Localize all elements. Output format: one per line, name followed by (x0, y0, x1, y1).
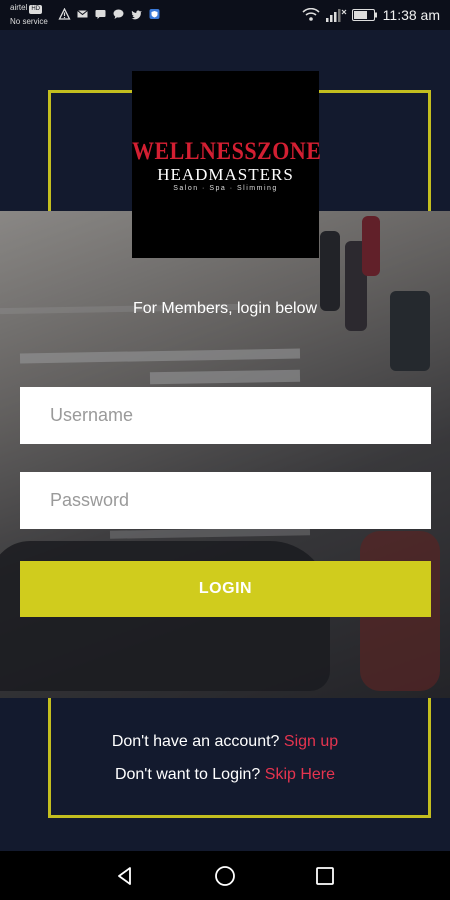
background-photo (0, 211, 450, 698)
back-icon (118, 867, 131, 885)
logo-wellnesszone: WELLNESSZONE (132, 136, 322, 165)
mail-icon (77, 10, 88, 18)
recents-icon (316, 867, 334, 885)
back-button[interactable] (113, 864, 137, 888)
hd-badge: HD (29, 5, 43, 14)
system-nav-bar (0, 851, 450, 900)
signal-icon (325, 9, 347, 22)
shield-app-icon (149, 9, 160, 19)
signup-row: Don't have an account? Sign up (0, 733, 450, 751)
twitter-icon (131, 10, 142, 20)
password-input[interactable] (20, 472, 431, 529)
username-input[interactable] (20, 387, 431, 444)
notification-icons (58, 8, 161, 20)
brand-logo: WELLNESSZONE HEADMASTERS Salon · Spa · S… (132, 71, 322, 258)
skip-row: Don't want to Login? Skip Here (0, 766, 450, 784)
photo-overlay (0, 211, 450, 698)
system-indicators: 11:38 am (302, 7, 440, 23)
message-icon (113, 9, 124, 19)
logo-tagline: Salon · Spa · Slimming (173, 185, 278, 192)
carrier-label: airtel HD (10, 3, 43, 14)
signup-link[interactable]: Sign up (284, 733, 338, 750)
login-button[interactable]: LOGIN (20, 561, 431, 617)
message-icon (95, 10, 106, 19)
network-status: No service (10, 17, 48, 26)
home-button[interactable] (213, 864, 237, 888)
login-heading: For Members, login below (132, 300, 318, 317)
skip-link[interactable]: Skip Here (265, 766, 335, 783)
battery-icon (351, 9, 377, 21)
home-icon (215, 866, 235, 886)
signup-prompt: Don't have an account? (111, 733, 280, 750)
logo-headmasters: HEADMASTERS (157, 165, 294, 184)
status-bar: airtel HD No service 11:38 am (0, 0, 450, 30)
carrier-name: airtel (10, 3, 28, 12)
recents-button[interactable] (313, 864, 337, 888)
skip-prompt: Don't want to Login? (114, 766, 261, 783)
warning-icon (58, 8, 71, 20)
clock: 11:38 am (382, 7, 440, 23)
wifi-icon (302, 8, 320, 21)
